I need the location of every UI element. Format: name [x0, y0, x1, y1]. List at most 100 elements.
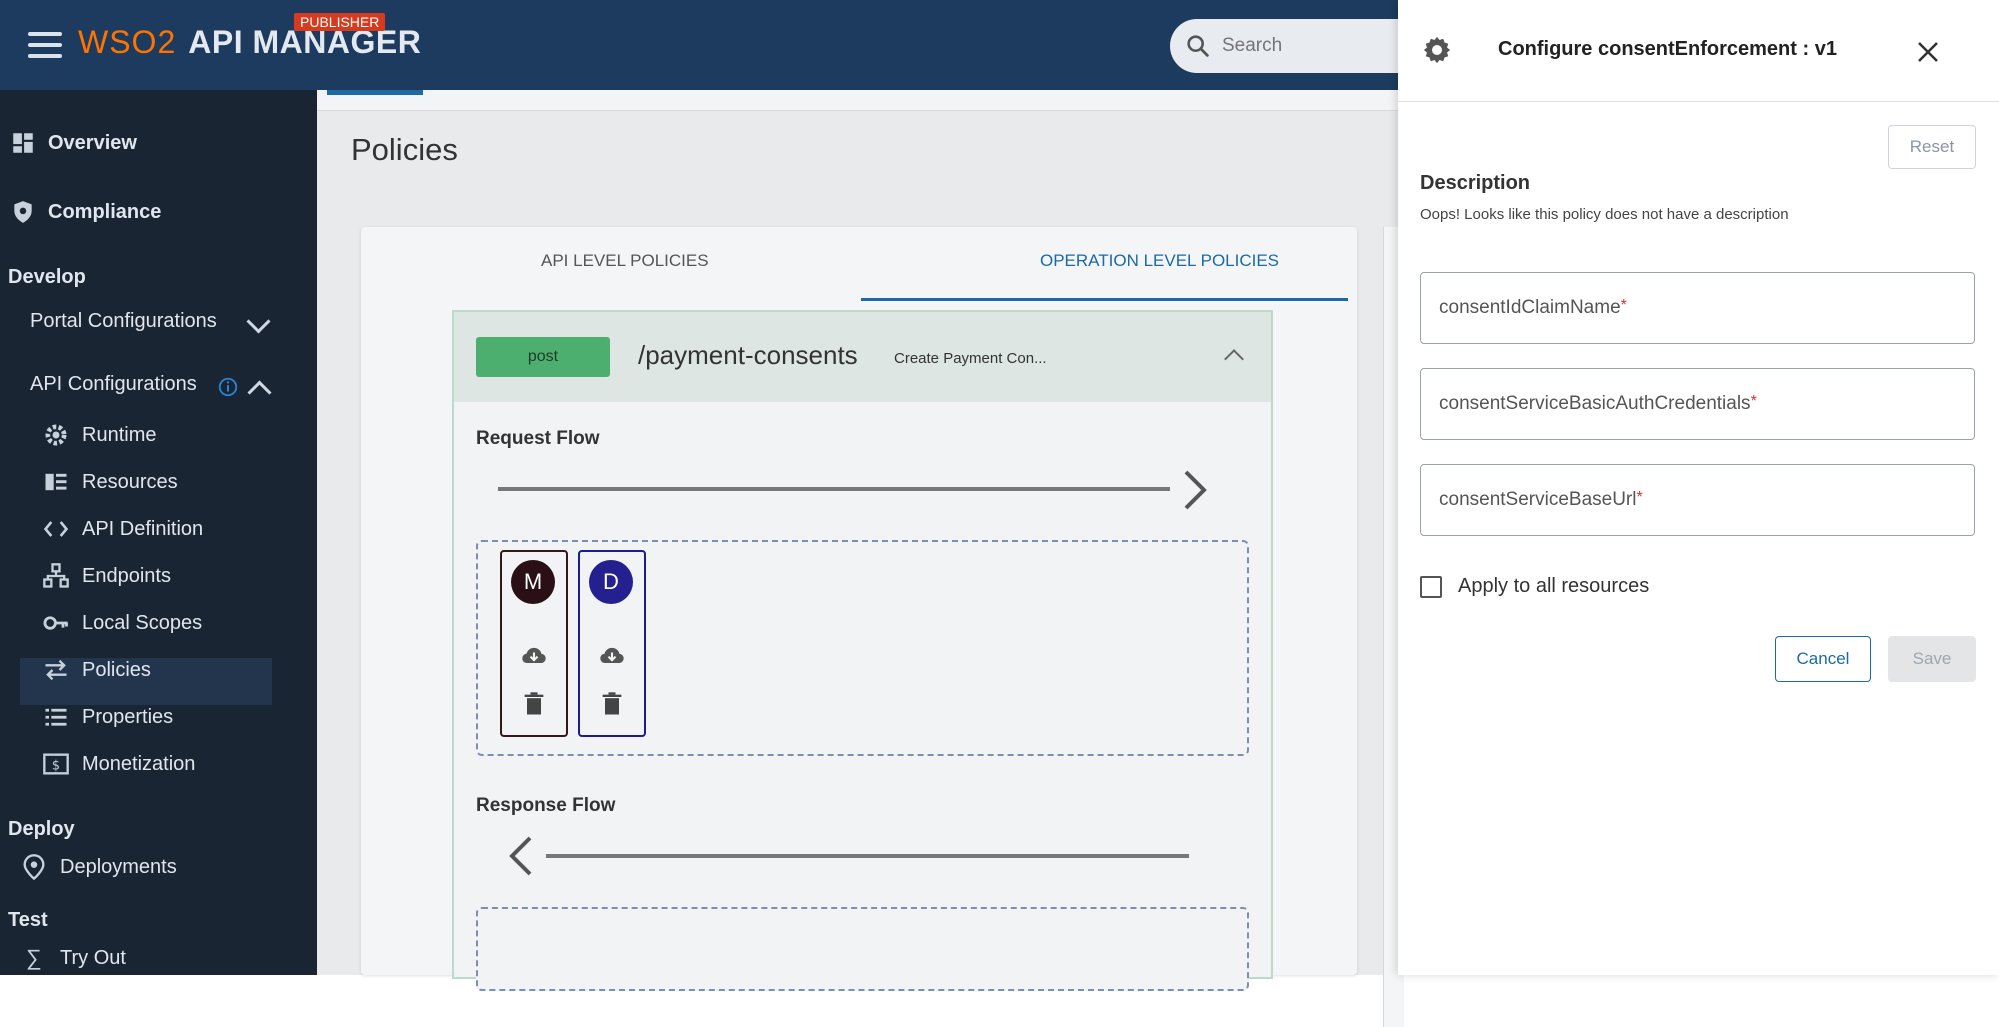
save-button[interactable]: Save: [1888, 636, 1976, 682]
active-tab-underline: [861, 298, 1348, 301]
dashboard-icon: [13, 133, 33, 153]
location-icon: [23, 854, 45, 881]
sidebar-item-label: Resources: [82, 470, 178, 493]
section-heading-develop: Develop: [8, 266, 86, 288]
policy-avatar: D: [589, 560, 633, 604]
operation-header[interactable]: post /payment-consents Create Payment Co…: [454, 312, 1271, 402]
method-badge: post: [476, 337, 610, 377]
sidebar-item-runtime[interactable]: Runtime: [42, 421, 156, 449]
page-title: Policies: [351, 132, 458, 167]
search-input[interactable]: [1220, 34, 1404, 58]
request-flow-line: [498, 487, 1170, 491]
apply-to-all-resources-checkbox[interactable]: Apply to all resources: [1420, 575, 1649, 598]
sidebar-item-monetization[interactable]: $ Monetization: [42, 750, 195, 778]
description-text: Oops! Looks like this policy does not ha…: [1420, 206, 1789, 223]
sidebar-item-label: Deployments: [60, 855, 177, 878]
description-heading: Description: [1420, 172, 1531, 194]
operation-panel: post /payment-consents Create Payment Co…: [452, 310, 1273, 991]
field-label: consentServiceBasicAuthCredentials*: [1439, 393, 1757, 414]
chevron-up-icon[interactable]: [247, 380, 272, 405]
app-bar: WSO2 API MANAGER PUBLISHER: [0, 0, 1430, 90]
field-label: consentIdClaimName*: [1439, 297, 1627, 318]
tab-operation-level-policies[interactable]: OPERATION LEVEL POLICIES: [1040, 251, 1279, 271]
endpoints-icon: [43, 563, 69, 588]
arrow-left-icon: [509, 836, 532, 876]
field-label: consentServiceBaseUrl*: [1439, 489, 1643, 510]
cancel-button[interactable]: Cancel: [1775, 636, 1871, 682]
sidebar-item-label: Runtime: [82, 423, 157, 446]
swap-icon: [45, 659, 67, 681]
policy-chip[interactable]: M: [500, 550, 568, 737]
code-icon: [43, 521, 69, 537]
sidebar-item-deployments[interactable]: Deployments: [20, 853, 177, 881]
sidebar-item-overview[interactable]: Overview: [10, 130, 137, 156]
section-heading-deploy: Deploy: [8, 818, 75, 840]
sidebar-item-label: Overview: [48, 131, 137, 154]
brand-text: WSO2: [78, 24, 177, 60]
key-icon: [43, 616, 68, 630]
consent-service-basic-auth-credentials-field[interactable]: consentServiceBasicAuthCredentials*: [1420, 368, 1975, 440]
sidebar-item-label: API Definition: [82, 517, 204, 540]
drawer-header: Configure consentEnforcement : v1: [1398, 0, 1999, 102]
arrow-right-icon: [1184, 470, 1207, 510]
operation-summary: Create Payment Con...: [894, 350, 1047, 367]
collapse-chevron-icon[interactable]: [1224, 349, 1244, 369]
sidebar-item-endpoints[interactable]: Endpoints: [42, 562, 171, 590]
sidebar-item-try-out[interactable]: ∑ Try Out: [20, 944, 126, 972]
sidebar-item-compliance[interactable]: Compliance: [10, 199, 161, 225]
search-box[interactable]: [1170, 19, 1430, 73]
request-flow-label: Request Flow: [476, 428, 600, 449]
policy-chip[interactable]: D: [578, 550, 646, 737]
sidebar-item-policies[interactable]: Policies: [42, 656, 151, 684]
sidebar-item-api-definition[interactable]: API Definition: [42, 515, 203, 543]
sidebar-item-label: Monetization: [82, 752, 196, 775]
configure-policy-drawer: Configure consentEnforcement : v1 Reset …: [1398, 0, 1999, 975]
drawer-title: Configure consentEnforcement : v1: [1498, 38, 1837, 60]
consent-id-claim-name-field[interactable]: consentIdClaimName*: [1420, 272, 1975, 344]
menu-icon[interactable]: [28, 32, 62, 58]
sidebar-item-resources[interactable]: Resources: [42, 468, 178, 496]
section-heading-test: Test: [8, 909, 48, 931]
required-marker: *: [1636, 489, 1643, 506]
tab-indicator: [327, 90, 423, 95]
cloud-download-icon[interactable]: [598, 642, 626, 670]
trash-icon[interactable]: [598, 690, 626, 718]
sidebar: Overview Compliance Develop Portal Confi…: [0, 90, 317, 975]
required-marker: *: [1620, 297, 1627, 314]
search-icon: [1187, 35, 1209, 57]
sidebar-item-label: Policies: [82, 658, 151, 681]
sidebar-item-api-configurations[interactable]: API Configurations: [30, 373, 197, 396]
sidebar-item-portal-configurations[interactable]: Portal Configurations: [30, 310, 217, 333]
response-flow-dropzone[interactable]: [476, 907, 1249, 991]
required-marker: *: [1750, 393, 1757, 410]
info-icon[interactable]: [217, 376, 239, 398]
sidebar-item-local-scopes[interactable]: Local Scopes: [42, 609, 202, 637]
publisher-badge: PUBLISHER: [294, 13, 386, 31]
response-flow-label: Response Flow: [476, 795, 616, 816]
chevron-down-icon[interactable]: [246, 309, 271, 334]
operation-path: /payment-consents: [638, 340, 858, 370]
gear-icon: [45, 424, 67, 446]
sidebar-item-label: Endpoints: [82, 564, 171, 587]
sidebar-item-label: Compliance: [48, 200, 162, 223]
response-flow-line: [546, 854, 1189, 858]
shield-icon: [14, 201, 32, 223]
terminal-icon: ∑: [26, 945, 42, 970]
checkbox[interactable]: [1420, 575, 1442, 598]
reset-button[interactable]: Reset: [1888, 125, 1976, 169]
checkbox-label: Apply to all resources: [1458, 575, 1650, 597]
tab-api-level-policies[interactable]: API LEVEL POLICIES: [541, 251, 709, 271]
sidebar-item-label: API Configurations: [30, 373, 197, 395]
sidebar-item-label: Portal Configurations: [30, 310, 217, 332]
close-icon[interactable]: [1916, 40, 1940, 64]
gear-icon: [1423, 36, 1451, 64]
trash-icon[interactable]: [520, 690, 548, 718]
top-strip: [317, 90, 1400, 111]
monetization-icon: $: [43, 753, 69, 775]
sidebar-item-properties[interactable]: Properties: [42, 703, 173, 731]
sidebar-item-label: Try Out: [60, 946, 126, 969]
svg-text:$: $: [52, 758, 60, 773]
consent-service-base-url-field[interactable]: consentServiceBaseUrl*: [1420, 464, 1975, 536]
policy-avatar: M: [511, 560, 555, 604]
cloud-download-icon[interactable]: [520, 642, 548, 670]
